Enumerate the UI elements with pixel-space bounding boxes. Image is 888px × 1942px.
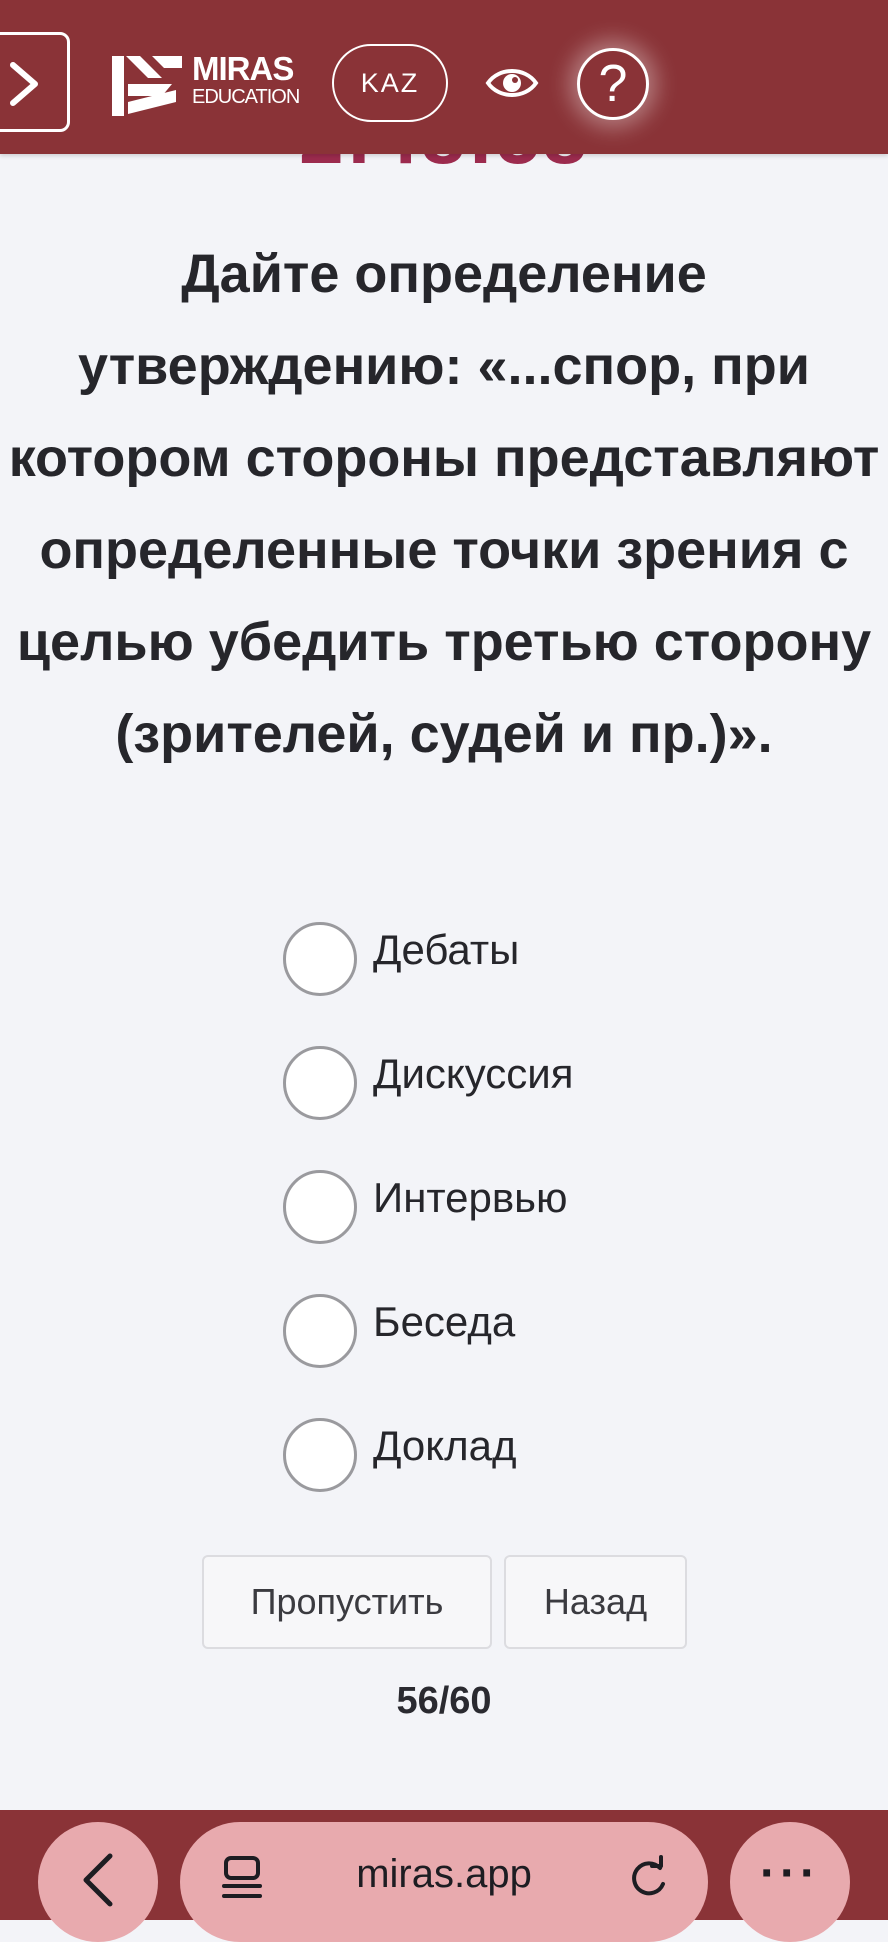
radio-button[interactable]: [283, 1418, 357, 1492]
chevron-left-icon: [83, 1853, 113, 1907]
chevron-right-icon: [10, 62, 38, 106]
answer-label: Доклад: [373, 1422, 517, 1469]
eye-icon: [485, 69, 539, 97]
logo-subtitle: EDUCATION: [192, 86, 300, 108]
radio-button[interactable]: [283, 1046, 357, 1120]
skip-button[interactable]: Пропустить: [202, 1555, 492, 1649]
browser-back-button[interactable]: [38, 1822, 158, 1942]
question-progress: 56/60: [396, 1680, 492, 1722]
radio-button[interactable]: [283, 1170, 357, 1244]
more-icon: ···: [760, 1847, 820, 1900]
radio-button[interactable]: [283, 922, 357, 996]
radio-button[interactable]: [283, 1294, 357, 1368]
visibility-toggle-button[interactable]: [485, 58, 539, 108]
more-menu-button[interactable]: ···: [730, 1822, 850, 1942]
miras-logo: MIRAS EDUCATION: [112, 46, 302, 122]
help-icon: ?: [598, 55, 628, 113]
back-button[interactable]: Назад: [504, 1555, 687, 1649]
address-bar[interactable]: miras.app: [180, 1822, 708, 1942]
reload-icon[interactable]: [626, 1854, 670, 1902]
miras-logo-mark: [112, 56, 182, 116]
help-button[interactable]: ?: [577, 48, 649, 120]
question-text: Дайте определение утверждению: «...спор,…: [8, 244, 880, 764]
language-switch-button[interactable]: KAZ: [332, 44, 448, 122]
answer-label: Интервью: [373, 1174, 568, 1221]
app-header: MIRAS EDUCATION KAZ ?: [0, 0, 888, 154]
answer-label: Дебаты: [373, 926, 520, 973]
logo-title: MIRAS: [192, 50, 294, 87]
answer-label: Дискуссия: [373, 1050, 574, 1097]
browser-toolbar: miras.app ···: [0, 1810, 888, 1942]
sidebar-toggle-button[interactable]: [0, 32, 70, 132]
answer-label: Беседа: [373, 1298, 516, 1345]
